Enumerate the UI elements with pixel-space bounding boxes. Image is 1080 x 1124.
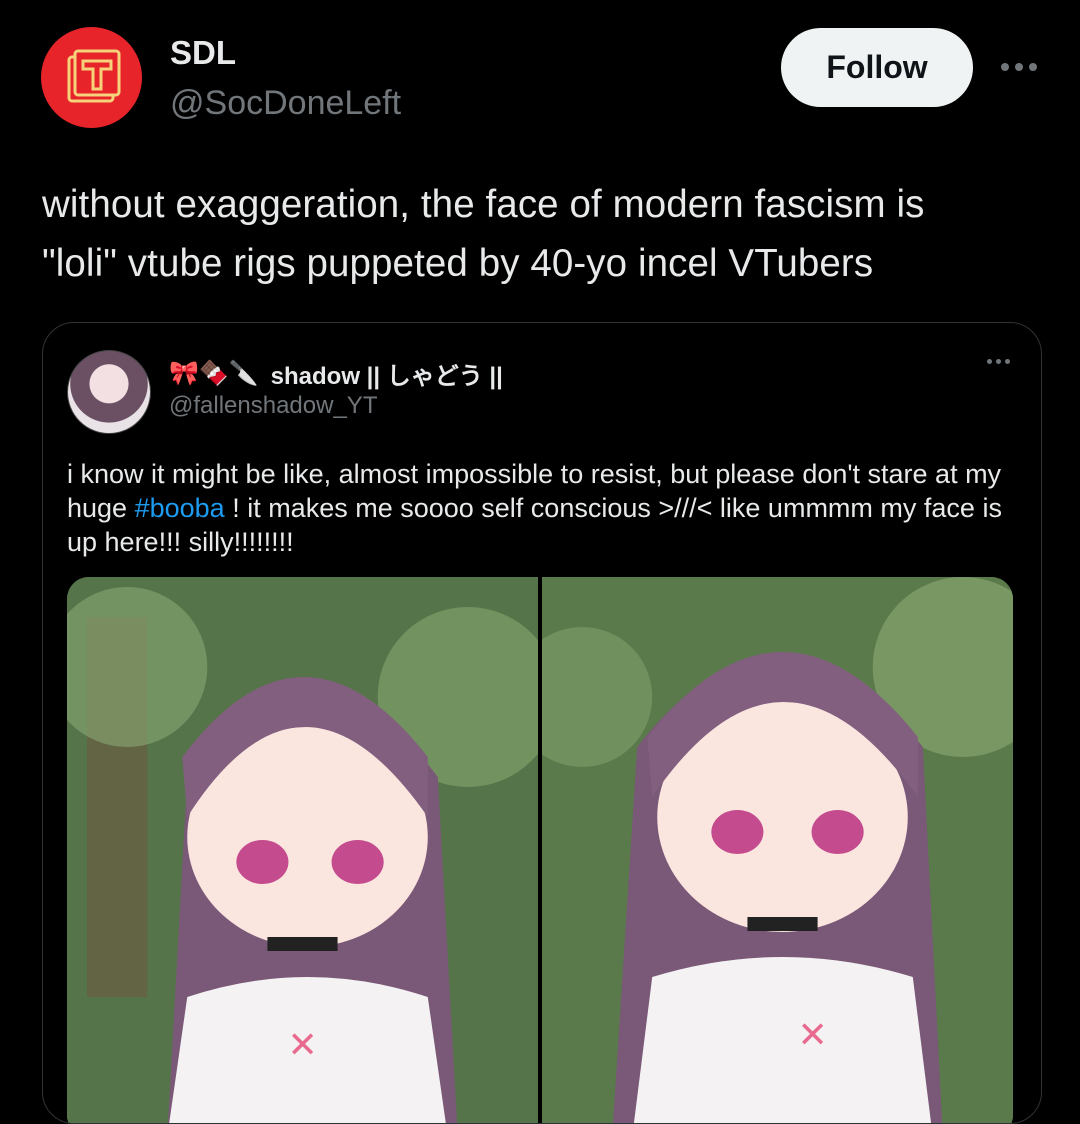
quoted-tweet-text: i know it might be like, almost impossib… xyxy=(67,457,1017,559)
author-avatar[interactable] xyxy=(41,27,142,128)
quoted-author-row: 🎀🍫🔪 shadow || しゃどう || xyxy=(169,356,503,391)
quoted-author-handle[interactable]: @fallenshadow_YT xyxy=(169,392,377,420)
follow-button[interactable]: Follow xyxy=(781,28,973,107)
book-t-logo-icon xyxy=(67,49,120,102)
hashtag-link[interactable]: #booba xyxy=(135,493,225,523)
author-name[interactable]: SDL xyxy=(170,34,236,72)
anime-avatar-illustration: ✕ xyxy=(542,577,1013,1123)
svg-text:✕: ✕ xyxy=(798,1014,828,1055)
media-image-right[interactable]: ✕ xyxy=(542,577,1013,1123)
quoted-more-icon[interactable] xyxy=(985,359,1012,364)
quoted-author-emojis: 🎀🍫🔪 xyxy=(169,359,259,387)
anime-avatar-illustration: ✕ xyxy=(67,577,538,1123)
quoted-author-avatar[interactable] xyxy=(67,350,151,434)
quoted-tweet[interactable]: 🎀🍫🔪 shadow || しゃどう || @fallenshadow_YT i… xyxy=(42,322,1042,1124)
more-horizontal-icon[interactable] xyxy=(997,45,1041,89)
svg-text:✕: ✕ xyxy=(287,1024,317,1065)
quoted-media[interactable]: ✕ ✕ xyxy=(67,577,1013,1123)
author-handle[interactable]: @SocDoneLeft xyxy=(170,84,401,123)
tweet-line-1: without exaggeration, the face of modern… xyxy=(42,183,925,226)
tweet-line-2: "loli" vtube rigs puppeted by 40-yo ince… xyxy=(42,242,874,285)
quoted-author-name[interactable]: shadow || しゃどう || xyxy=(271,356,503,391)
media-image-left[interactable]: ✕ xyxy=(67,577,538,1123)
tweet-text: without exaggeration, the face of modern… xyxy=(42,175,1052,293)
